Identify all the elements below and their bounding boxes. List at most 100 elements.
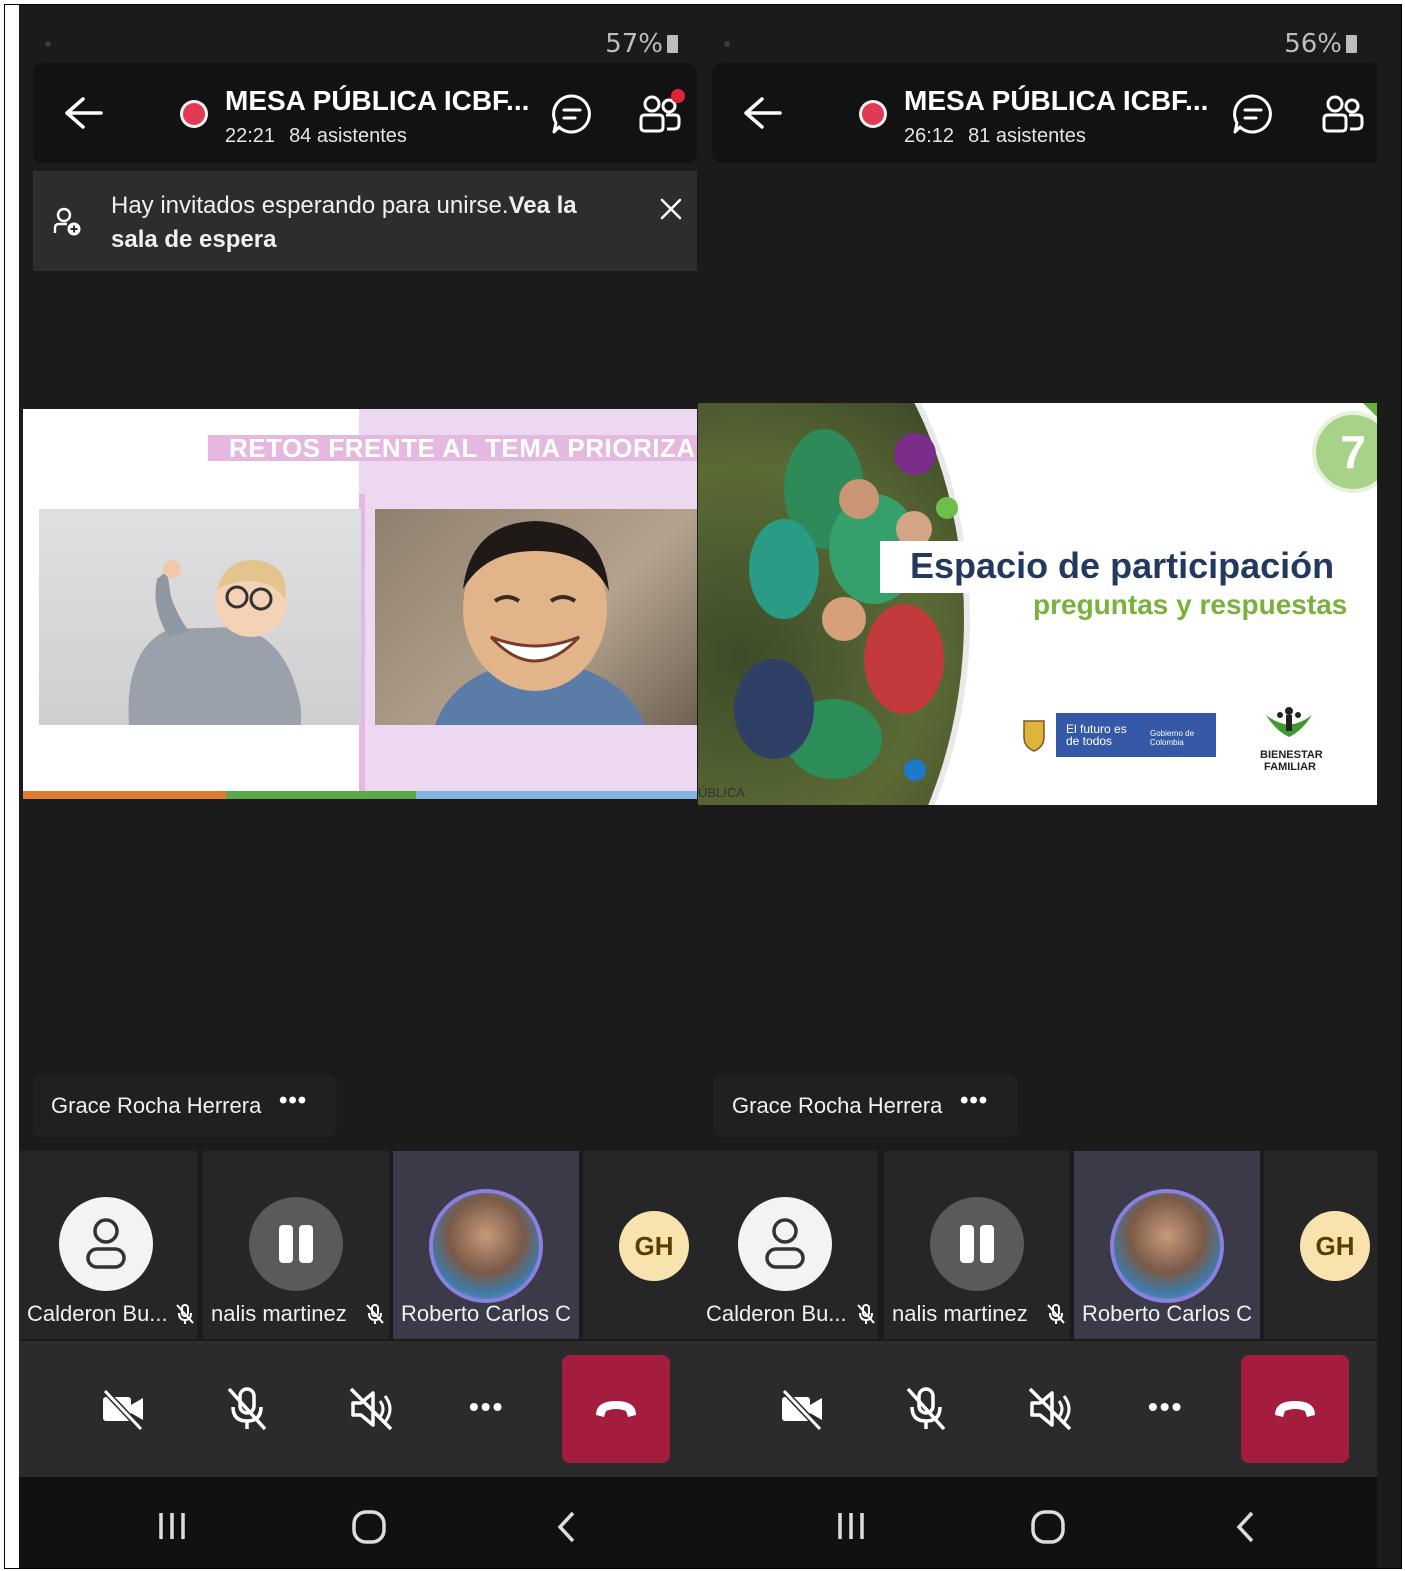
presenter-more-button[interactable]: ••• [960,1087,988,1115]
back-nav-icon[interactable] [555,1509,579,1545]
child-with-glasses-photo [39,509,361,725]
recent-apps-icon[interactable] [834,1509,868,1543]
participant-tile[interactable]: nalis martinez [884,1151,1070,1339]
participant-name: nalis martinez [211,1301,347,1326]
waiting-room-banner[interactable]: Hay invitados esperando para unirse.Vea … [33,171,697,271]
pause-icon [960,1225,994,1263]
smiling-child-illustration [435,521,645,725]
pause-icon [279,1225,313,1263]
more-options-button[interactable]: ••• [1148,1391,1208,1439]
speaker-off-icon[interactable] [347,1385,395,1433]
participant-tile-active[interactable]: Roberto Carlos C [393,1151,579,1339]
participant-name: Roberto Carlos C [401,1301,571,1326]
meeting-header: MESA PÚBLICA ICBF... 26:12 81 asistentes [712,63,1377,163]
mic-off-icon [1047,1304,1065,1324]
home-icon[interactable] [351,1509,387,1545]
participant-tile[interactable]: GH [1264,1151,1377,1339]
attendee-count: 81 asistentes [968,125,1086,147]
back-nav-icon[interactable] [1234,1509,1258,1545]
participant-name: Calderon Bu... [706,1301,847,1326]
speaker-off-icon[interactable] [1026,1385,1074,1433]
phone-screen-1: 57% MESA PÚBLICA ICBF... 22:21 84 asisten… [19,5,698,1568]
participants-icon[interactable] [1320,91,1366,137]
status-bar: 56% [698,5,1377,61]
hang-up-button[interactable] [562,1355,670,1463]
slide-title: Espacio de participación [910,545,1335,586]
blue-stripe [416,791,697,799]
recording-indicator [183,103,205,125]
status-dot [45,41,51,47]
back-arrow-icon[interactable] [742,95,782,131]
mic-off-icon[interactable] [223,1385,271,1433]
meeting-subtitle: 22:21 84 asistentes [225,125,421,148]
phone-hangup-icon [596,1401,636,1417]
smiling-child-photo [375,509,697,725]
child-pointing-illustration [128,560,301,725]
blue-dot [904,759,926,781]
person-icon [86,1218,126,1269]
person-add-icon [53,207,81,236]
mic-off-icon [176,1304,194,1324]
participant-tile[interactable]: GH [583,1151,698,1339]
slide-title: RETOS FRENTE AL TEMA PRIORIZADO [229,433,697,463]
participant-name: nalis martinez [892,1301,1028,1326]
android-nav-bar [19,1477,698,1568]
participant-tile[interactable]: Calderon Bu... [19,1151,197,1339]
meeting-duration: 26:12 [904,125,955,147]
phone-screen-2: 56% MESA PÚBLICA ICBF... 26:12 81 asisten… [698,5,1377,1568]
status-dot [724,41,730,47]
more-options-button[interactable]: ••• [469,1391,529,1439]
chat-icon[interactable] [551,93,593,135]
home-icon[interactable] [1030,1509,1066,1545]
shared-slide: 7 Espacio de participación preguntas y r… [698,403,1377,805]
initials-avatar: GH [1300,1211,1370,1281]
call-controls: ••• [19,1341,698,1477]
participant-tile-active[interactable]: Roberto Carlos C [1074,1151,1260,1339]
participant-strip: Calderon Bu... nalis martinez Roberto Ca… [19,1151,698,1339]
participant-name: Calderon Bu... [27,1301,168,1326]
recent-apps-icon[interactable] [155,1509,189,1543]
meeting-title: MESA PÚBLICA ICBF... [225,85,530,116]
presenter-pill[interactable]: Grace Rocha Herrera ••• [714,1075,1018,1137]
presenter-name: Grace Rocha Herrera [51,1093,262,1118]
slide-subtitle: preguntas y respuestas [1033,589,1348,620]
mic-off-icon[interactable] [902,1385,950,1433]
left-strip [5,5,19,1568]
hang-up-button[interactable] [1241,1355,1349,1463]
chat-icon[interactable] [1232,93,1274,135]
person-icon [765,1218,805,1269]
meeting-duration: 22:21 [225,125,276,147]
participant-tile[interactable]: Calderon Bu... [698,1151,878,1339]
avatar [738,1197,832,1291]
camera-off-icon[interactable] [778,1385,826,1433]
purple-dot [894,433,936,475]
shield-icon [1023,720,1045,752]
participant-photo [1110,1189,1224,1303]
back-arrow-icon[interactable] [63,95,103,131]
green-stripe [226,791,416,799]
participant-photo [429,1189,543,1303]
camera-off-icon[interactable] [99,1385,147,1433]
participant-name: Roberto Carlos C [1082,1301,1252,1326]
participant-strip: Calderon Bu... nalis martinez Roberto Ca… [698,1151,1377,1339]
recording-indicator [862,103,884,125]
notification-dot [671,89,685,103]
shared-slide: RETOS FRENTE AL TEMA PRIORIZADO [23,409,697,799]
avatar [249,1197,343,1291]
attendee-count: 84 asistentes [289,125,407,147]
gov-name: Gobierno de Colombia [1150,729,1195,747]
close-icon[interactable] [659,197,683,221]
meeting-subtitle: 26:12 81 asistentes [904,125,1100,148]
brand-name: BIENESTAR FAMILIAR [1260,749,1323,773]
presenter-pill[interactable]: Grace Rocha Herrera ••• [33,1075,337,1137]
initials-avatar: GH [619,1211,689,1281]
mic-off-icon [857,1304,875,1324]
battery-level: 57% [605,29,678,59]
colombia-shield-logo [1012,713,1056,757]
banner-text: Hay invitados esperando para unirse.Vea … [111,189,611,257]
green-dot [936,497,958,519]
participant-tile[interactable]: nalis martinez [203,1151,389,1339]
presenter-more-button[interactable]: ••• [279,1087,307,1115]
android-nav-bar [698,1477,1377,1568]
banner-message: Hay invitados esperando para unirse. [111,192,509,219]
